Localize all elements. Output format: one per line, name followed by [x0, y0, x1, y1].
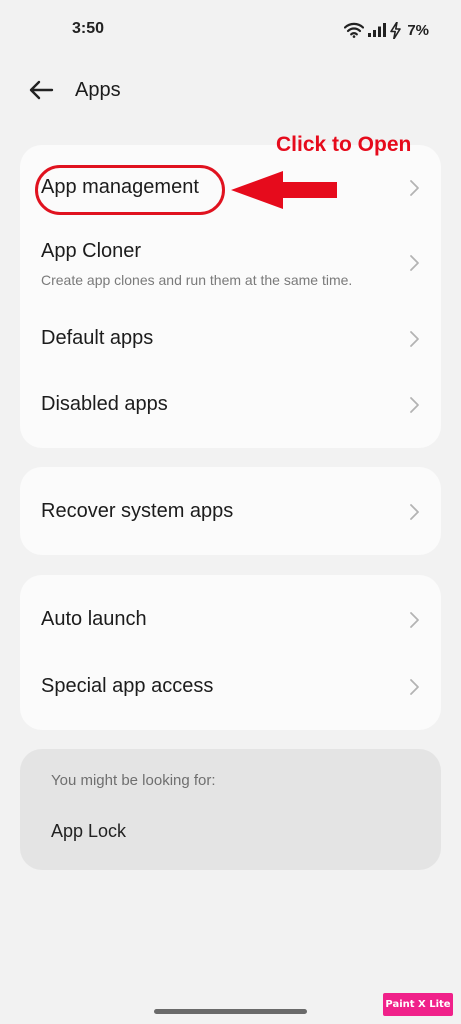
suggestion-app-lock[interactable]: App Lock	[51, 821, 126, 842]
charging-bolt-icon	[390, 21, 402, 39]
annotation-label: Click to Open	[276, 133, 412, 156]
settings-item-title: Disabled apps	[41, 393, 168, 415]
annotation-arrow-icon	[231, 171, 337, 209]
settings-item-default-apps[interactable]: Default apps	[20, 305, 441, 371]
suggestions-card: You might be looking for: App Lock	[20, 749, 441, 870]
settings-item-subtitle: Create app clones and run them at the sa…	[41, 272, 353, 288]
chevron-right-icon	[410, 331, 419, 347]
back-button[interactable]	[26, 78, 56, 106]
chevron-right-icon	[410, 679, 419, 695]
chevron-right-icon	[410, 504, 419, 520]
watermark-logo: Paint X Lite	[383, 993, 453, 1016]
settings-item-disabled-apps[interactable]: Disabled apps	[20, 371, 441, 441]
status-icons: 7%	[344, 19, 429, 41]
suggestions-label: You might be looking for:	[51, 772, 216, 789]
battery-percentage: 7%	[407, 21, 429, 39]
annotation-highlight-oval	[35, 165, 225, 215]
page-title: Apps	[75, 79, 121, 101]
settings-item-title: Default apps	[41, 327, 154, 349]
settings-item-title: Recover system apps	[41, 500, 234, 522]
chevron-right-icon	[410, 612, 419, 628]
settings-group-launch: Auto launch Special app access	[20, 575, 441, 730]
status-time: 3:50	[72, 20, 105, 37]
settings-item-special-app-access[interactable]: Special app access	[20, 653, 441, 730]
app-bar: Apps	[0, 70, 461, 114]
settings-item-auto-launch[interactable]: Auto launch	[20, 575, 441, 653]
chevron-right-icon	[410, 180, 419, 196]
home-indicator[interactable]	[154, 1009, 307, 1014]
status-bar: 3:50 7%	[0, 0, 461, 60]
signal-icon	[368, 23, 387, 37]
chevron-right-icon	[410, 397, 419, 413]
settings-item-app-cloner[interactable]: App Cloner Create app clones and run the…	[20, 227, 441, 301]
wifi-icon	[344, 22, 365, 38]
settings-item-title: Special app access	[41, 675, 214, 697]
chevron-right-icon	[410, 255, 419, 271]
settings-group-recover: Recover system apps	[20, 467, 441, 555]
settings-item-title: Auto launch	[41, 608, 147, 630]
settings-item-title: App Cloner	[41, 240, 142, 262]
settings-item-recover-system-apps[interactable]: Recover system apps	[20, 467, 441, 555]
arrow-left-icon	[28, 80, 54, 105]
